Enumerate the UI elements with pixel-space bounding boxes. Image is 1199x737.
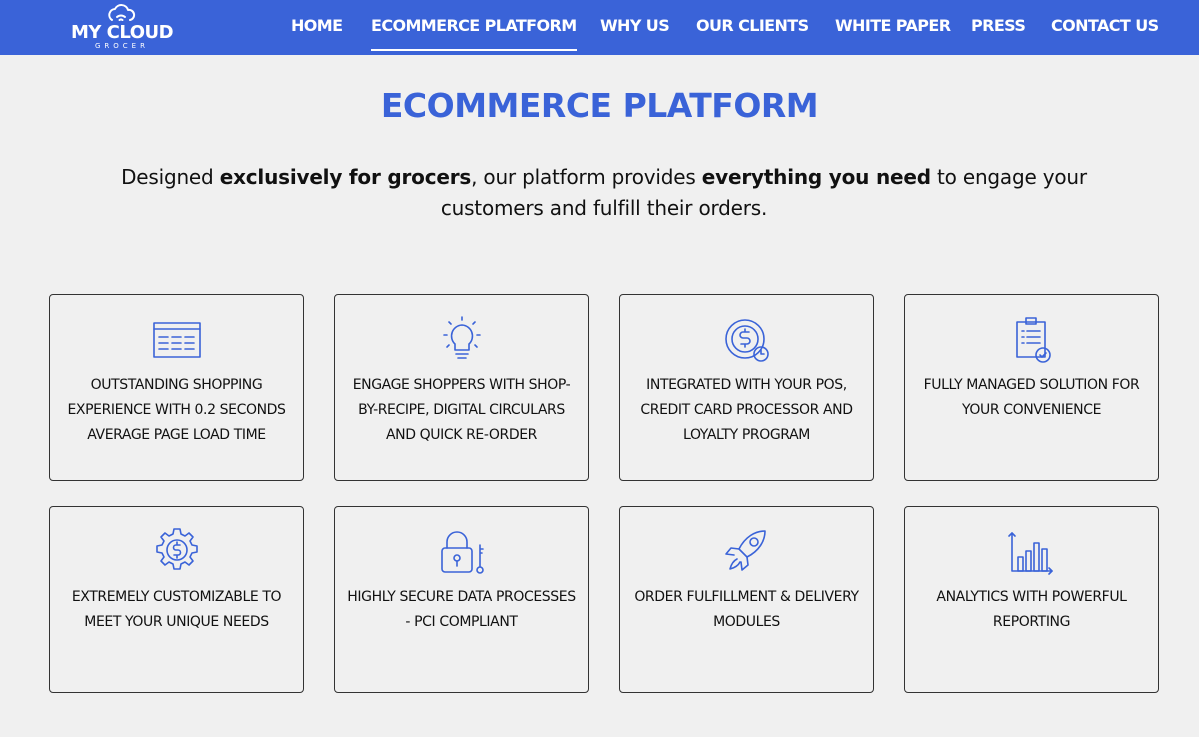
feature-text: ANALYTICS WITH POWERFUL REPORTING (936, 589, 1127, 630)
feature-text: ORDER FULFILLMENT & DELIVERY MODULES (634, 589, 859, 630)
dollar-coin-clock-icon (725, 319, 769, 362)
logo-title: MY CLOUD (70, 22, 174, 43)
nav-contact-us[interactable]: CONTACT US (1051, 14, 1159, 40)
nav-home[interactable]: HOME (291, 14, 343, 40)
intro-bold-1: exclusively for grocers (219, 165, 472, 189)
nav-press[interactable]: PRESS (971, 14, 1026, 40)
lightbulb-icon (443, 316, 481, 359)
feature-text: FULLY MANAGED SOLUTION FOR YOUR CONVENIE… (923, 377, 1140, 418)
intro-part-1: Designed (121, 165, 220, 189)
feature-card-secure-data: HIGHLY SECURE DATA PROCESSES - PCI COMPL… (334, 506, 589, 693)
intro-bold-2: everything you need (701, 165, 931, 189)
feature-card-analytics: ANALYTICS WITH POWERFUL REPORTING (904, 506, 1159, 693)
rocket-icon (725, 530, 766, 571)
feature-text: INTEGRATED WITH YOUR POS, CREDIT CARD PR… (640, 377, 853, 443)
clipboard-check-icon (1016, 317, 1051, 363)
feature-text: HIGHLY SECURE DATA PROCESSES - PCI COMPL… (347, 589, 576, 630)
intro-part-2: , our platform provides (471, 165, 702, 189)
page-title: ECOMMERCE PLATFORM (380, 86, 819, 125)
feature-card-engage-shoppers: ENGAGE SHOPPERS WITH SHOP-BY-RECIPE, DIG… (334, 294, 589, 481)
nav-our-clients[interactable]: OUR CLIENTS (696, 14, 809, 40)
feature-card-page-speed: OUTSTANDING SHOPPING EXPERIENCE WITH 0.2… (49, 294, 304, 481)
bar-chart-icon (1008, 532, 1053, 575)
intro-text: Designed exclusively for grocers, our pl… (80, 162, 1128, 224)
feature-card-fully-managed: FULLY MANAGED SOLUTION FOR YOUR CONVENIE… (904, 294, 1159, 481)
nav-white-paper[interactable]: WHITE PAPER (835, 14, 951, 40)
feature-text: ENGAGE SHOPPERS WITH SHOP-BY-RECIPE, DIG… (352, 377, 571, 443)
feature-card-order-fulfillment: ORDER FULFILLMENT & DELIVERY MODULES (619, 506, 874, 693)
feature-card-customizable: EXTREMELY CUSTOMIZABLE TO MEET YOUR UNIQ… (49, 506, 304, 693)
browser-window-icon (153, 322, 201, 358)
cloud-wifi-icon (108, 4, 136, 21)
feature-card-integrated-pos: INTEGRATED WITH YOUR POS, CREDIT CARD PR… (619, 294, 874, 481)
nav-ecommerce-platform[interactable]: ECOMMERCE PLATFORM (371, 14, 577, 51)
dollar-gear-icon (156, 528, 198, 570)
feature-text: OUTSTANDING SHOPPING EXPERIENCE WITH 0.2… (67, 377, 286, 443)
feature-text: EXTREMELY CUSTOMIZABLE TO MEET YOUR UNIQ… (71, 589, 282, 630)
logo-subtitle: GROCER (95, 42, 149, 50)
padlock-key-icon (441, 531, 484, 574)
nav-why-us[interactable]: WHY US (600, 14, 670, 40)
logo-link[interactable]: MY CLOUD GROCER (66, 2, 178, 52)
top-navbar: MY CLOUD GROCER HOME ECOMMERCE PLATFORM … (0, 0, 1199, 55)
